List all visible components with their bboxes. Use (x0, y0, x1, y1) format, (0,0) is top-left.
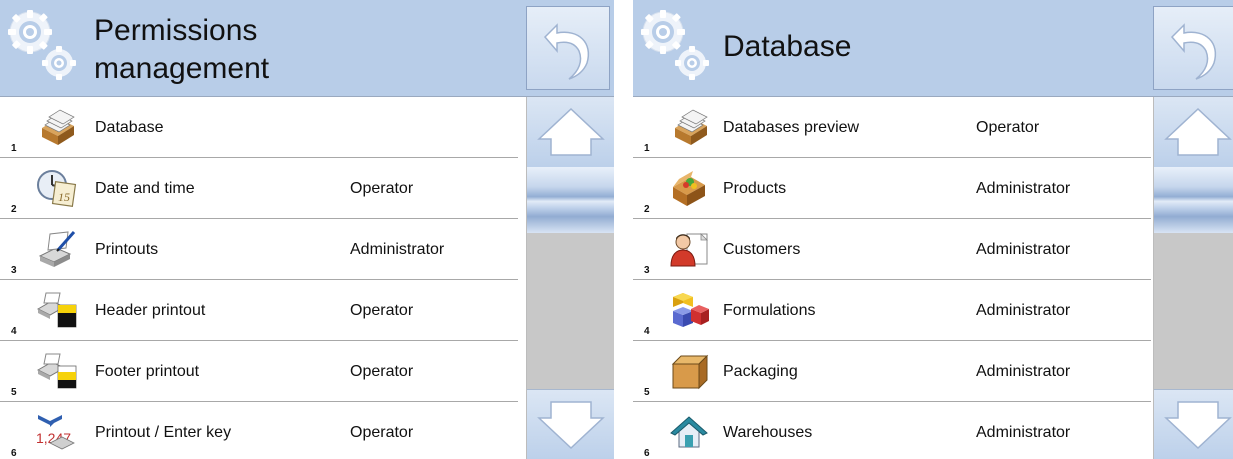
scroll-up-button[interactable] (527, 97, 614, 168)
list-item[interactable]: Warehouses Administrator 6 (633, 402, 1151, 459)
arrow-down-icon (537, 401, 605, 450)
arrow-up-icon (1164, 107, 1232, 156)
permission-level: Operator (350, 424, 414, 441)
list-item[interactable]: 15 Date and time Operator 2 (0, 158, 518, 219)
list-item[interactable]: Customers Administrator 3 (633, 219, 1151, 280)
item-number: 5 (644, 387, 650, 398)
permission-level: Administrator (976, 180, 1071, 197)
permission-level: Administrator (976, 363, 1071, 380)
item-number: 1 (11, 143, 17, 154)
calendar-clock-icon: 15 (36, 169, 78, 207)
item-name: Date and time (95, 180, 195, 197)
item-name: Warehouses (723, 424, 813, 441)
gears-icon (6, 8, 78, 86)
permission-level: Operator (976, 119, 1040, 136)
scroll-thumb[interactable] (1154, 167, 1233, 233)
scroll-down-button[interactable] (527, 389, 614, 459)
item-name: Header printout (95, 302, 206, 319)
item-name: Products (723, 180, 787, 197)
item-name: Printout / Enter key (95, 424, 232, 441)
header-printout-icon (36, 291, 78, 329)
printout-enter-key-icon: 1,247 (36, 413, 78, 451)
permissions-management-panel: Permissions management Database 1 15 Dat… (0, 0, 614, 459)
page-title: Database (723, 30, 852, 63)
arrow-down-icon (1164, 401, 1232, 450)
permission-level: Operator (350, 302, 414, 319)
scroll-up-button[interactable] (1154, 97, 1233, 168)
scrollbar[interactable] (526, 97, 614, 459)
item-name: Printouts (95, 241, 159, 258)
database-panel: Database Databases preview Operator 1 Pr… (633, 0, 1233, 459)
back-arrow-icon (543, 23, 590, 80)
item-number: 6 (11, 448, 17, 459)
list-item[interactable]: Databases preview Operator 1 (633, 97, 1151, 158)
back-arrow-icon (1170, 23, 1217, 80)
list-item[interactable]: Formulations Administrator 4 (633, 280, 1151, 341)
header-bar: Permissions management (0, 0, 614, 97)
back-button[interactable] (526, 6, 610, 90)
permission-level: Operator (350, 363, 414, 380)
printer-edit-icon (36, 230, 78, 268)
item-number: 3 (11, 265, 17, 276)
item-number: 2 (11, 204, 17, 215)
item-number: 4 (11, 326, 17, 337)
gears-icon (639, 8, 711, 86)
item-name: Database (95, 119, 164, 136)
permission-level: Administrator (976, 424, 1071, 441)
permission-level: Administrator (976, 302, 1071, 319)
item-name: Formulations (723, 302, 816, 319)
item-name: Databases preview (723, 119, 860, 136)
back-button[interactable] (1153, 6, 1233, 90)
list-item[interactable]: Packaging Administrator 5 (633, 341, 1151, 402)
database-icon (36, 108, 78, 146)
item-number: 1 (644, 143, 650, 154)
item-number: 3 (644, 265, 650, 276)
item-name: Customers (723, 241, 801, 258)
item-number: 4 (644, 326, 650, 337)
page-title-line-1: Permissions (94, 14, 258, 47)
scrollbar[interactable] (1153, 97, 1233, 459)
list-item[interactable]: Header printout Operator 4 (0, 280, 518, 341)
database-list: Databases preview Operator 1 Products Ad… (633, 97, 1151, 459)
page-title-line-2: management (94, 52, 270, 85)
list-item[interactable]: Footer printout Operator 5 (0, 341, 518, 402)
item-name: Footer printout (95, 363, 200, 380)
permission-level: Administrator (976, 241, 1071, 258)
arrow-up-icon (537, 107, 605, 156)
item-name: Packaging (723, 363, 798, 380)
warehouse-house-icon (669, 413, 711, 451)
header-bar: Database (633, 0, 1233, 97)
list-item[interactable]: Products Administrator 2 (633, 158, 1151, 219)
page-title: Permissions management (94, 12, 514, 88)
item-number: 2 (644, 204, 650, 215)
item-number: 6 (644, 448, 650, 459)
customers-icon (669, 230, 711, 268)
footer-printout-icon (36, 352, 78, 390)
database-icon (669, 108, 711, 146)
item-number: 5 (11, 387, 17, 398)
list-item[interactable]: Database 1 (0, 97, 518, 158)
scroll-thumb[interactable] (527, 167, 614, 233)
permissions-list: Database 1 15 Date and time Operator 2 P… (0, 97, 518, 459)
list-item[interactable]: Printouts Administrator 3 (0, 219, 518, 280)
scroll-down-button[interactable] (1154, 389, 1233, 459)
products-box-icon (669, 169, 711, 207)
svg-text:15: 15 (58, 190, 70, 204)
permission-level: Administrator (350, 241, 445, 258)
packaging-box-icon (669, 352, 711, 390)
list-item[interactable]: 1,247 Printout / Enter key Operator 6 (0, 402, 518, 459)
formulations-cubes-icon (669, 291, 711, 329)
permission-level: Operator (350, 180, 414, 197)
